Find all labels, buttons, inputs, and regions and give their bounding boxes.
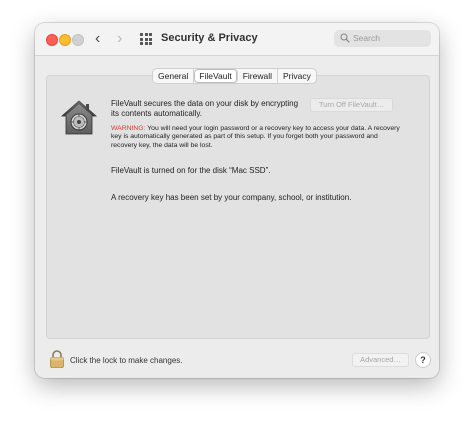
- title-bar: ‹ › Security & Privacy Search: [35, 23, 439, 56]
- tab-general[interactable]: General: [153, 69, 195, 83]
- preferences-window: ‹ › Security & Privacy Search General Fi…: [35, 23, 439, 378]
- filevault-house-icon: [60, 99, 98, 142]
- help-button[interactable]: ?: [415, 352, 431, 368]
- warning-label: WARNING:: [111, 125, 146, 132]
- minimize-button[interactable]: [59, 34, 71, 46]
- zoom-button[interactable]: [72, 34, 84, 46]
- warning-message: WARNING: You will need your login passwo…: [111, 125, 401, 150]
- tab-privacy[interactable]: Privacy: [278, 69, 316, 83]
- window-title: Security & Privacy: [161, 32, 258, 44]
- search-placeholder: Search: [353, 33, 380, 43]
- tab-firewall[interactable]: Firewall: [238, 69, 278, 83]
- search-field[interactable]: Search: [334, 30, 431, 47]
- tab-bar: General FileVault Firewall Privacy: [152, 68, 317, 84]
- forward-button[interactable]: ›: [117, 30, 122, 48]
- warning-text: You will need your login password or a r…: [111, 125, 400, 149]
- recovery-key-status-text: A recovery key has been set by your comp…: [111, 193, 352, 202]
- magnifying-glass-icon: [340, 33, 350, 43]
- lock-instruction-text: Click the lock to make changes.: [70, 356, 183, 365]
- filevault-description: FileVault secures the data on your disk …: [111, 99, 299, 118]
- show-all-grid-icon[interactable]: [140, 33, 152, 45]
- close-button[interactable]: [46, 34, 58, 46]
- back-button[interactable]: ‹: [95, 30, 100, 48]
- advanced-button[interactable]: Advanced…: [352, 353, 409, 367]
- disk-status-text: FileVault is turned on for the disk “Mac…: [111, 166, 271, 175]
- lock-icon[interactable]: [49, 350, 65, 373]
- tab-filevault[interactable]: FileVault: [194, 69, 238, 83]
- turn-off-filevault-button[interactable]: Turn Off FileVault…: [310, 98, 393, 112]
